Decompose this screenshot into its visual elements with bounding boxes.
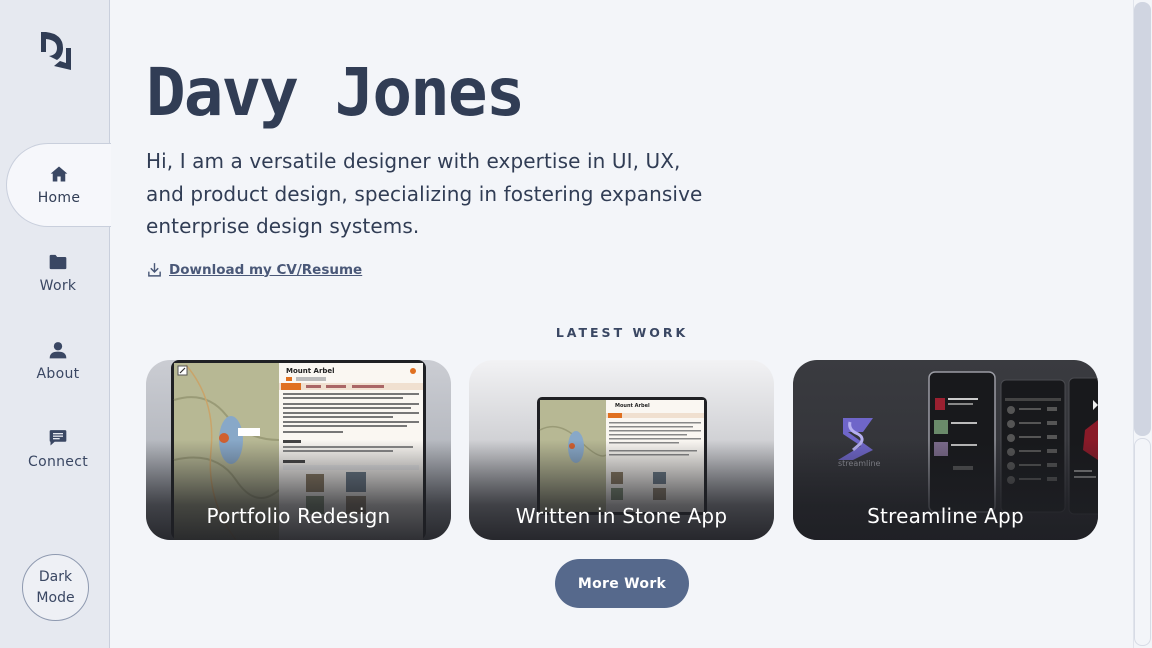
work-card-written-in-stone[interactable]: Mount Arbel Written in Stone App <box>469 360 774 540</box>
section-heading-latest-work: LATEST WORK <box>555 325 689 340</box>
dark-mode-toggle[interactable]: Dark Mode <box>22 554 89 621</box>
sidebar-item-about[interactable]: About <box>6 319 110 403</box>
sidebar-item-home[interactable]: Home <box>6 143 111 227</box>
work-card-title: Streamline App <box>867 504 1024 528</box>
more-work-button[interactable]: More Work <box>555 559 689 608</box>
page-title: Davy Jones <box>146 54 525 131</box>
sidebar-item-label: Work <box>39 278 77 294</box>
folder-icon <box>49 254 67 270</box>
sidebar-item-label: Connect <box>28 454 88 470</box>
dark-mode-label-line1: Dark <box>38 568 73 585</box>
download-cv-label: Download my CV/Resume <box>169 261 363 278</box>
download-cv-link[interactable]: Download my CV/Resume <box>146 261 362 278</box>
svg-text:Mount Arbel: Mount Arbel <box>615 403 650 409</box>
work-card-streamline[interactable]: streamline Streamline App <box>793 360 1098 540</box>
chat-icon <box>49 430 67 446</box>
sidebar: Home Work About Connect Dark Mode <box>0 0 111 648</box>
work-card-title: Written in Stone App <box>515 504 728 528</box>
scrollbar-lower-track[interactable] <box>1134 438 1151 646</box>
scrollbar-thumb[interactable] <box>1134 2 1151 436</box>
intro-text: Hi, I am a versatile designer with exper… <box>146 149 703 238</box>
download-icon <box>148 263 161 277</box>
sidebar-item-work[interactable]: Work <box>6 231 110 315</box>
svg-text:Mount Arbel: Mount Arbel <box>286 367 335 375</box>
work-card-title: Portfolio Redesign <box>206 504 391 528</box>
work-card-portfolio-redesign[interactable]: Mount Arbel Portfolio Redesign <box>146 360 451 540</box>
sidebar-item-label: Home <box>37 190 81 206</box>
sidebar-item-label: About <box>36 366 80 382</box>
dj-logo-icon[interactable] <box>38 30 74 72</box>
user-icon <box>49 342 67 359</box>
sidebar-item-connect[interactable]: Connect <box>6 407 110 491</box>
dark-mode-label-line2: Mode <box>36 589 75 606</box>
home-icon <box>50 166 68 182</box>
